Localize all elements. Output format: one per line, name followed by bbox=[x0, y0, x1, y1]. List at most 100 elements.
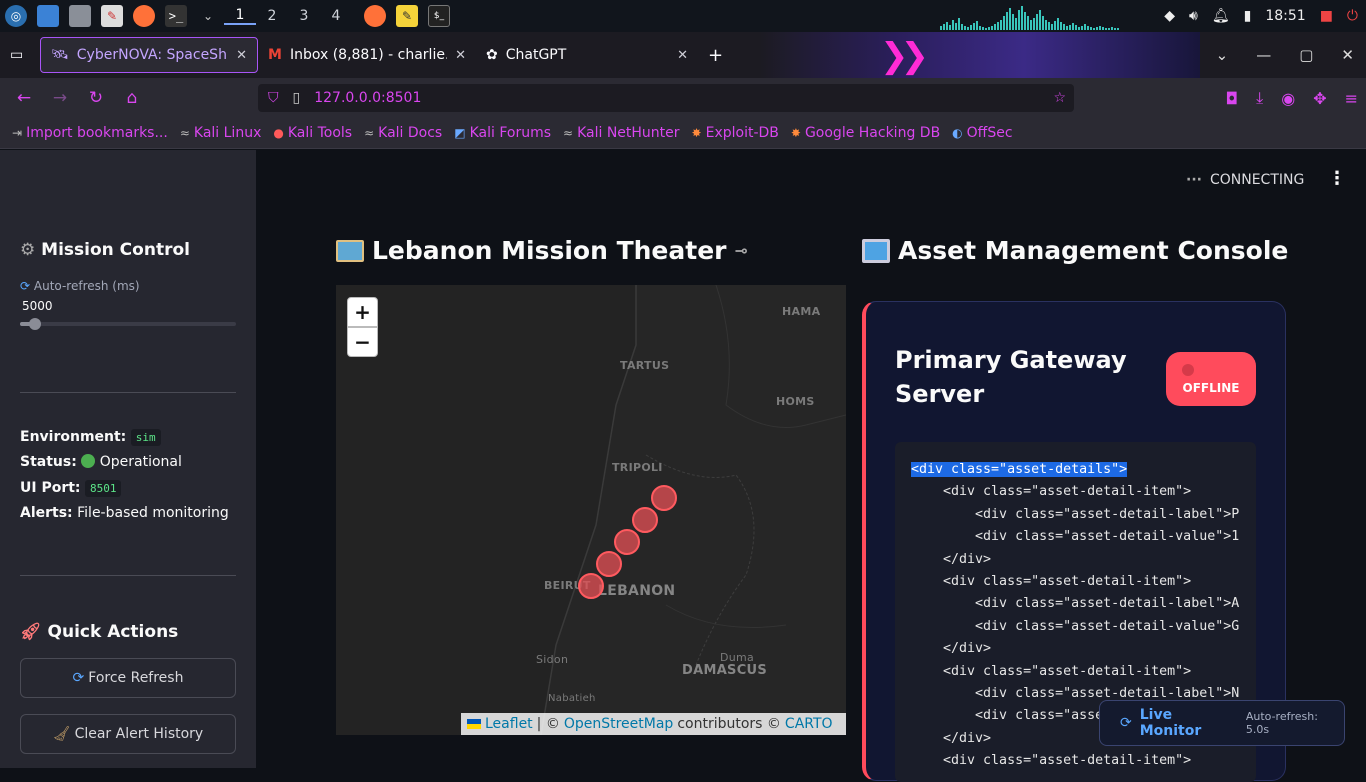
firefox-icon[interactable] bbox=[133, 5, 155, 27]
kali-menu-icon[interactable]: ◎ bbox=[5, 5, 27, 27]
leaflet-link[interactable]: Leaflet bbox=[485, 716, 533, 732]
force-refresh-button[interactable]: ⟳ Force Refresh bbox=[20, 658, 236, 698]
back-arrow-icon[interactable]: ← bbox=[6, 88, 42, 108]
audio-bar bbox=[949, 25, 951, 30]
audio-bar bbox=[1108, 28, 1110, 30]
map-label-lebanon: LEBANON bbox=[598, 583, 676, 599]
workspace-2[interactable]: 2 bbox=[256, 8, 288, 24]
menu-icon[interactable]: ≡ bbox=[1345, 89, 1358, 108]
autorefresh-label-text: Auto-refresh (ms) bbox=[33, 279, 140, 293]
desktop-icon[interactable] bbox=[37, 5, 59, 27]
alerts-label: Alerts: bbox=[20, 505, 73, 521]
chevron-down-icon[interactable]: ⌄ bbox=[197, 5, 219, 27]
port-label: UI Port: bbox=[20, 480, 81, 496]
bookmark-kali-forums[interactable]: ◩ Kali Forums bbox=[454, 125, 551, 141]
refresh-icon: ⟳ bbox=[72, 670, 85, 686]
refresh-icon: ⟳ bbox=[20, 279, 31, 293]
status-row: Status: Operational bbox=[20, 454, 182, 470]
tab-overview-icon[interactable]: ▭ bbox=[0, 37, 40, 73]
zoom-out-button[interactable]: − bbox=[347, 327, 378, 357]
bookmark-kali-docs[interactable]: ≈ Kali Docs bbox=[364, 125, 442, 141]
ukraine-flag-icon bbox=[467, 719, 481, 729]
mission-control-heading: ⚙ Mission Control bbox=[20, 240, 190, 260]
bookmark-kali-nethunter[interactable]: ≈ Kali NetHunter bbox=[563, 125, 680, 141]
extensions-icon[interactable]: ✥ bbox=[1313, 89, 1326, 108]
maximize-icon[interactable]: ▢ bbox=[1299, 46, 1313, 64]
console-title-text: Asset Management Console bbox=[898, 236, 1289, 265]
bookmark-exploit-db[interactable]: ✸ Exploit-DB bbox=[692, 125, 779, 141]
account-icon[interactable]: ◉ bbox=[1281, 89, 1295, 108]
code-line: <div class="asset-detail-value">1 bbox=[911, 529, 1240, 545]
main-menu-icon[interactable]: ⋮ bbox=[1328, 168, 1346, 189]
workspace-3[interactable]: 3 bbox=[288, 8, 320, 24]
home-icon[interactable]: ⌂ bbox=[114, 88, 150, 108]
tab-cybernova[interactable]: 🛰︎ CyberNOVA: SpaceShield ✕ bbox=[40, 37, 258, 73]
carto-link[interactable]: CARTO bbox=[785, 716, 833, 732]
forward-arrow-icon[interactable]: → bbox=[42, 88, 78, 108]
audio-bar bbox=[1081, 26, 1083, 30]
bookmark-import[interactable]: ⇥ Import bookmarks... bbox=[12, 125, 168, 141]
autorefresh-slider[interactable] bbox=[20, 318, 236, 330]
clear-alert-history-button[interactable]: 🧹︎ Clear Alert History bbox=[20, 714, 236, 754]
tab-chatgpt[interactable]: ✿ ChatGPT ✕ bbox=[476, 37, 698, 73]
minimize-icon[interactable]: — bbox=[1256, 46, 1271, 64]
terminal-icon[interactable]: >_ bbox=[165, 5, 187, 27]
audio-bar bbox=[1024, 12, 1026, 30]
audio-bar bbox=[1045, 20, 1047, 30]
clock[interactable]: 18:51 bbox=[1265, 8, 1305, 24]
url-text[interactable]: 127.0.0.0:8501 bbox=[314, 90, 421, 106]
lock-icon[interactable]: ■ bbox=[1320, 8, 1333, 24]
selected-code-text: <div class="asset-details"> bbox=[911, 462, 1128, 477]
asset-marker[interactable] bbox=[578, 573, 604, 599]
reload-icon[interactable]: ↻ bbox=[78, 88, 114, 108]
asset-name: Primary Gateway Server bbox=[895, 346, 1127, 408]
notification-bell-icon[interactable]: 🔔︎ bbox=[1212, 8, 1230, 24]
bookmark-kali-linux[interactable]: ≈ Kali Linux bbox=[180, 125, 262, 141]
battery-icon[interactable]: ▮ bbox=[1244, 8, 1252, 24]
audio-bar bbox=[1084, 24, 1086, 30]
code-line: <div class="asset-detail-item"> bbox=[911, 663, 1192, 679]
workspace-4[interactable]: 4 bbox=[320, 8, 352, 24]
bookmark-star-icon[interactable]: ☆ bbox=[1053, 90, 1066, 106]
asset-marker[interactable] bbox=[632, 507, 658, 533]
osm-link[interactable]: OpenStreetMap bbox=[564, 716, 673, 732]
pocket-icon[interactable]: ◘ bbox=[1225, 89, 1238, 108]
shield-icon[interactable]: ⛉ bbox=[268, 90, 279, 106]
power-icon[interactable]: ⏻ bbox=[1347, 8, 1358, 24]
gmail-icon: M bbox=[268, 47, 282, 63]
audio-bar bbox=[1027, 16, 1029, 30]
audio-bar bbox=[967, 27, 969, 30]
zoom-in-button[interactable]: + bbox=[347, 297, 378, 327]
close-icon[interactable]: ✕ bbox=[236, 48, 247, 63]
bookmarks-bar: ⇥ Import bookmarks... ≈ Kali Linux ● Kali T… bbox=[0, 118, 1366, 149]
audio-bar bbox=[1030, 20, 1032, 30]
asset-marker[interactable] bbox=[596, 551, 622, 577]
tab-label: Inbox (8,881) - charlie.alh bbox=[289, 47, 447, 63]
text-editor-icon[interactable]: ✎ bbox=[101, 5, 123, 27]
url-bar[interactable]: ⛉ ▯ 127.0.0.0:8501 ☆ bbox=[258, 84, 1074, 112]
volume-icon[interactable]: 🔊︎ bbox=[1189, 8, 1198, 24]
close-window-icon[interactable]: ✕ bbox=[1341, 46, 1354, 64]
terminal-window-icon[interactable]: $_ bbox=[428, 5, 450, 27]
close-icon[interactable]: ✕ bbox=[455, 48, 466, 63]
wifi-icon[interactable]: ◆ bbox=[1164, 8, 1175, 24]
file-manager-icon[interactable] bbox=[69, 5, 91, 27]
browser-theme-artwork: ❯❯ bbox=[760, 32, 1200, 78]
close-icon[interactable]: ✕ bbox=[677, 48, 688, 63]
lebanon-map[interactable]: HAMA TARTUS HOMS TRIPOLI BEIRUT LEBANON … bbox=[336, 285, 846, 735]
tab-inbox[interactable]: M Inbox (8,881) - charlie.alh ✕ bbox=[258, 37, 476, 73]
autorefresh-value: 5000 bbox=[22, 299, 53, 313]
bookmark-offsec[interactable]: ◐ OffSec bbox=[952, 125, 1012, 141]
workspace-1[interactable]: 1 bbox=[224, 7, 256, 25]
asset-marker[interactable] bbox=[651, 485, 677, 511]
link-icon[interactable]: ⊸ bbox=[735, 241, 748, 260]
notes-window-icon[interactable]: ✎ bbox=[396, 5, 418, 27]
download-icon[interactable]: ⤓ bbox=[1256, 88, 1263, 108]
slider-thumb[interactable] bbox=[29, 318, 42, 330]
new-tab-button[interactable]: + bbox=[698, 37, 733, 73]
asset-marker[interactable] bbox=[614, 529, 640, 555]
firefox-window-icon[interactable] bbox=[364, 5, 386, 27]
list-all-tabs-icon[interactable]: ⌄ bbox=[1216, 46, 1229, 64]
bookmark-ghdb[interactable]: ✸ Google Hacking DB bbox=[791, 125, 940, 141]
bookmark-kali-tools[interactable]: ● Kali Tools bbox=[273, 125, 352, 141]
